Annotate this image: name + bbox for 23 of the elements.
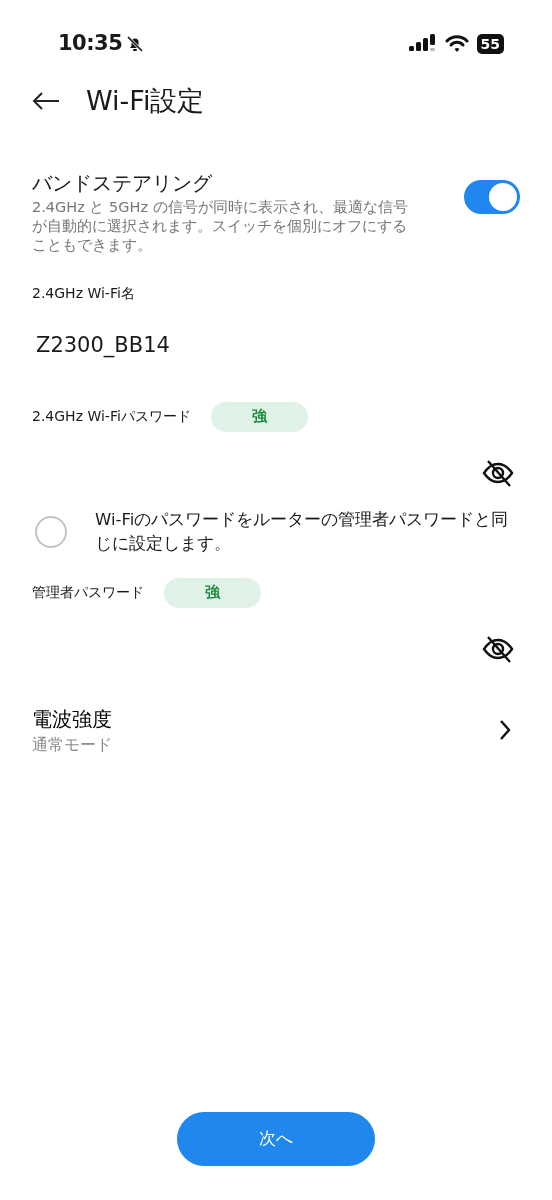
strength-badge: 強 — [164, 577, 261, 608]
back-icon — [32, 91, 60, 111]
setting-value: 通常モード — [32, 734, 112, 756]
wifi-name-value: Z2300_BB14 — [35, 332, 171, 360]
setting-description: 2.4GHz と 5GHz の信号が同時に表示され、最適な信号が自動的に選択されます。スイッチを個別にオフにすることもできます。 — [32, 198, 409, 255]
chevron-right-icon — [498, 719, 512, 742]
clock-time: 10:35 — [58, 30, 123, 58]
back-button[interactable] — [32, 91, 60, 111]
option-label: Wi-Fiのパスワードをルーターの管理者パスワードと同じに設定します。 — [95, 508, 510, 555]
next-button[interactable]: 次へ — [177, 1112, 375, 1166]
strength-badge: 強 — [210, 401, 308, 432]
radio-button[interactable] — [35, 515, 67, 548]
wifi-icon — [444, 35, 469, 53]
signal-strength-item[interactable]: 電波強度 通常モード — [0, 703, 552, 757]
battery-level: 55 — [476, 34, 504, 54]
field-label: 2.4GHz Wi-Fiパスワード — [32, 407, 191, 426]
setting-title: 電波強度 — [32, 705, 112, 733]
toggle-switch[interactable] — [464, 180, 520, 214]
page-title: Wi-Fi設定 — [86, 84, 205, 118]
setting-title: バンドステアリング — [32, 170, 213, 197]
field-label: 管理者パスワード — [32, 583, 144, 602]
field-label: 2.4GHz Wi-Fi名 — [32, 284, 136, 303]
signal-icon — [408, 34, 437, 54]
